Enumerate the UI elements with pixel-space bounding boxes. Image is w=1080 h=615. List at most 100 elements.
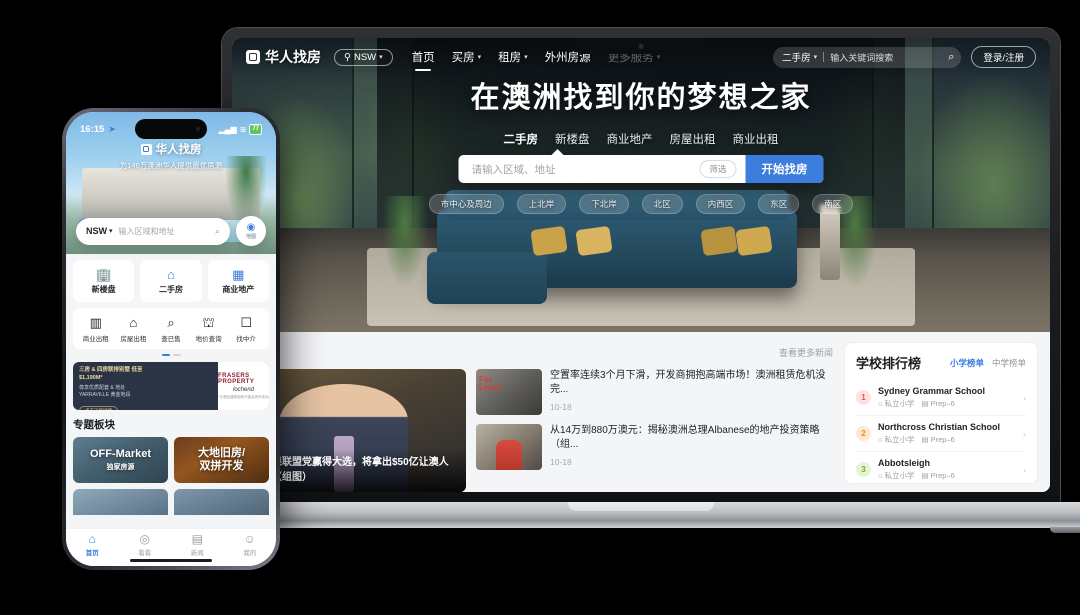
hero-tab-secondhand[interactable]: 二手房 (504, 131, 539, 147)
carousel-dot-active[interactable] (161, 354, 170, 356)
nav-search-input[interactable]: 输入关键词搜索 (830, 51, 942, 64)
topic-card-landdev[interactable]: 大地旧房/ 双拼开发 (174, 437, 269, 483)
hero-tab-houserent[interactable]: 房屋出租 (670, 131, 716, 147)
hero-tab-commercialrent[interactable]: 商业出租 (733, 131, 779, 147)
region-selector[interactable]: ⚲ NSW ▾ (334, 48, 393, 66)
mini-label: 地价查询 (195, 336, 222, 343)
school-meta: ⌂ 私立小学 ▤ Prep–6 (878, 434, 1016, 445)
school-meta: ⌂ 私立小学 ▤ Prep–6 (878, 398, 1016, 409)
school-grades-label: Prep–6 (930, 435, 955, 444)
hero-tabs: 二手房 新楼盘 商业地产 房屋出租 商业出租 (232, 131, 1050, 147)
hero-search-input[interactable]: 请输入区域、地址 (459, 162, 700, 177)
hero-tab-commercial[interactable]: 商业地产 (607, 131, 653, 147)
school-type-icon: ⌂ (878, 471, 883, 480)
hero-search-bar: 请输入区域、地址 筛选 开始找房 (458, 149, 824, 183)
secondary-category-row: ▥ 商业出租 ⌂ 房屋出租 ⌕ 查已售 ⛫ 地价查询 ☐ 找中介 (73, 308, 269, 349)
phone-mockup: 16:15 ➤ ▂▄▆ ≋ 77 华人找房 为140万澳洲华人提供最优房源 NS… (62, 108, 280, 570)
school-row[interactable]: 3 Abbotsleigh ⌂ 私立小学 ▤ Prep–6 › (856, 452, 1026, 487)
school-row[interactable]: 2 Northcross Christian School ⌂ 私立小学 ▤ P… (856, 416, 1026, 452)
school-info: Northcross Christian School ⌂ 私立小学 ▤ Pre… (878, 422, 1016, 445)
logo-mark-icon (140, 143, 152, 155)
tab-browse[interactable]: ◎ 看看 (138, 533, 151, 557)
nav-item-home[interactable]: 首页 (412, 49, 435, 65)
region-chip[interactable]: 市中心及周边 (428, 194, 504, 214)
mini-find-agent[interactable]: ☐ 找中介 (228, 315, 264, 344)
region-chip[interactable]: 东区 (758, 194, 800, 214)
status-left: 16:15 ➤ (80, 124, 116, 135)
advertisement-banner[interactable]: 三房 & 四房联排别墅 低至 $1,190M* 尊享优质配套 & 地处 YARR… (73, 362, 269, 410)
school-name: Sydney Grammar School (878, 386, 986, 396)
brand-name: 华人找房 (265, 49, 321, 65)
listing-preview-card[interactable] (73, 489, 168, 515)
mini-house-rent[interactable]: ⌂ 房屋出租 (115, 316, 151, 344)
school-grades: ▤ Prep–6 (922, 398, 955, 409)
phone-region-selector[interactable]: NSW ▾ (86, 226, 113, 236)
school-ranking-card: 学校排行榜 小学榜单 中学榜单 1 Sydney Grammar School (844, 342, 1038, 484)
school-grades: ▤ Prep–6 (922, 470, 955, 481)
topic-card-offmarket[interactable]: OFF-Market 独家房源 (73, 437, 168, 483)
start-search-button[interactable]: 开始找房 (745, 155, 824, 183)
nav-label: 首页 (411, 52, 435, 64)
school-row[interactable]: 1 Sydney Grammar School ⌂ 私立小学 ▤ Prep–6 … (856, 380, 1026, 416)
tile-second-hand[interactable]: ⌂ 二手房 (140, 260, 202, 302)
search-icon[interactable]: ⌕ (948, 51, 954, 64)
search-category-selector[interactable]: 二手房 ▾ (782, 50, 817, 64)
school-ranking-title: 学校排行榜 (856, 356, 922, 371)
news-item-title: 空置率连续3个月下滑，开发商拥抱高端市场！澳洲租赁危机没完... (550, 370, 826, 396)
land-value-icon: ⛫ (202, 315, 215, 330)
site-logo[interactable]: 华人找房 (246, 47, 321, 67)
map-button-label: 地图 (245, 233, 256, 240)
topics-section-title: 专题板块 (73, 419, 115, 431)
nav-search-box[interactable]: 二手房 ▾ 输入关键词搜索 ⌕ (773, 46, 962, 68)
topic-title: OFF-Market (89, 447, 152, 460)
region-chip-row: 市中心及周边 上北岸 下北岸 北区 内西区 东区 南区 (232, 194, 1050, 214)
news-list-item[interactable]: 空置率连续3个月下滑，开发商拥抱高端市场！澳洲租赁危机没完... 10-18 (476, 369, 833, 415)
region-chip[interactable]: 内西区 (695, 194, 746, 214)
login-register-button[interactable]: 登录/注册 (971, 46, 1036, 68)
laptop-lid: 华人找房 ⚲ NSW ▾ 首页 买房 ▾ 租房 ▾ 外州房源 更多服务 ▾ 二手… (222, 28, 1060, 506)
chevron-down-icon: ▾ (109, 228, 113, 235)
hero-tab-newdev[interactable]: 新楼盘 (555, 131, 590, 147)
mini-land-value[interactable]: ⛫ 地价查询 (191, 315, 227, 344)
search-category-label: 二手房 (782, 53, 811, 64)
divider (823, 52, 825, 62)
news-thumbnail (476, 424, 542, 470)
chevron-right-icon: › (1023, 428, 1026, 439)
school-type-label: 私立小学 (884, 471, 915, 480)
tab-secondary-ranking[interactable]: 中学榜单 (992, 357, 1026, 369)
news-list-item[interactable]: 从14万到880万澳元：揭秘澳洲总理Albanese的地产投资策略（组... 1… (476, 424, 833, 470)
tile-new-development[interactable]: 🏢 新楼盘 (73, 260, 135, 302)
map-view-button[interactable]: ◉ 地图 (236, 216, 266, 246)
region-chip[interactable]: 上北岸 (516, 194, 567, 214)
phone-search-input[interactable]: 输入区域和地址 (119, 226, 209, 237)
region-chip[interactable]: 南区 (812, 194, 854, 214)
chevron-down-icon: ▾ (477, 54, 482, 61)
ad-cta-button[interactable]: 点击了解详情 (79, 405, 118, 410)
chevron-down-icon: ▾ (656, 54, 661, 61)
carousel-dot[interactable] (172, 354, 181, 356)
phone-app-brand: 华人找房 (66, 141, 276, 157)
mini-commercial-rent[interactable]: ▥ 商业出租 (78, 316, 114, 344)
search-icon[interactable]: ⌕ (215, 226, 220, 237)
tab-profile[interactable]: ☺ 我的 (243, 533, 256, 557)
nav-item-rent[interactable]: 租房 ▾ (498, 49, 528, 65)
ad-headline: 三房 & 四房联排别墅 低至 $1,190M* (79, 367, 143, 381)
view-more-news-link[interactable]: 查看更多新闻 (779, 346, 833, 359)
filter-button[interactable]: 筛选 (699, 160, 737, 178)
tile-commercial[interactable]: ▦ 商业地产 (207, 260, 269, 302)
region-chip[interactable]: 北区 (641, 194, 683, 214)
school-name: Abbotsleigh (878, 458, 930, 468)
mini-search-sold[interactable]: ⌕ 查已售 (153, 316, 189, 344)
laptop-screen: 华人找房 ⚲ NSW ▾ 首页 买房 ▾ 租房 ▾ 外州房源 更多服务 ▾ 二手… (232, 38, 1050, 492)
listing-preview-card[interactable] (174, 489, 269, 515)
tab-home[interactable]: ⌂ 首页 (86, 533, 99, 557)
location-pin-icon: ⚲ (344, 51, 351, 63)
dynamic-island (135, 119, 207, 139)
agent-icon: ☐ (240, 315, 252, 330)
phone-search-bar[interactable]: NSW ▾ 输入区域和地址 ⌕ (76, 217, 230, 245)
nav-item-buy[interactable]: 买房 ▾ (452, 49, 482, 65)
tab-primary-ranking[interactable]: 小学榜单 (950, 357, 984, 369)
tab-news[interactable]: ▤ 新闻 (191, 533, 204, 557)
region-chip[interactable]: 下北岸 (579, 194, 629, 214)
hero-cushion (735, 225, 773, 257)
